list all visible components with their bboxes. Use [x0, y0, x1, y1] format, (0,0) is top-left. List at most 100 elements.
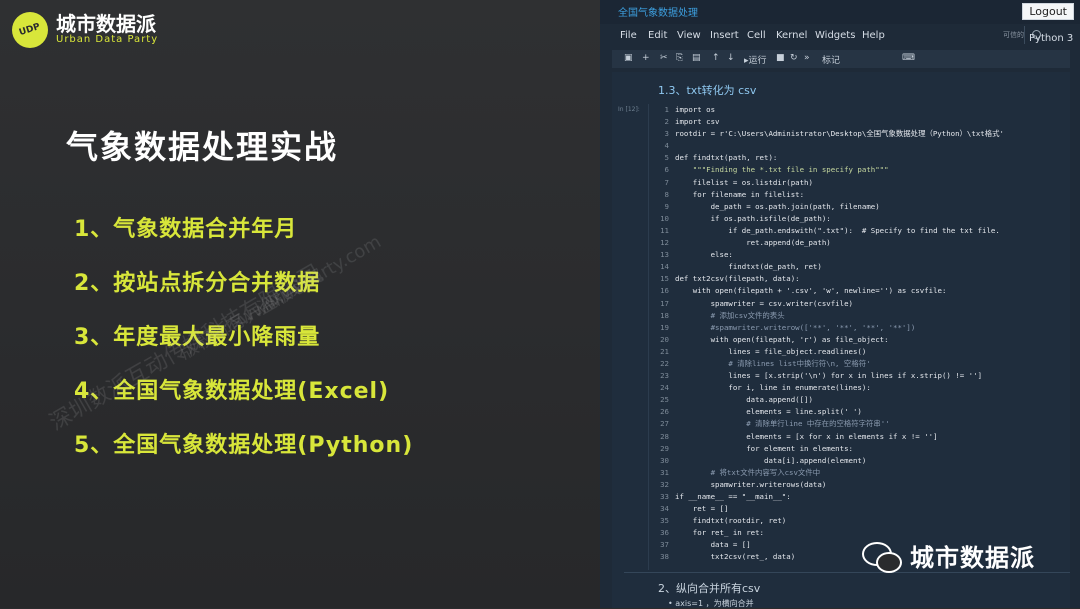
code-line: 18 # 添加csv文件的表头: [649, 310, 1069, 322]
cell-heading[interactable]: 1.3、txt转化为 csv: [658, 82, 756, 98]
move-down-icon[interactable]: ↓: [727, 53, 735, 63]
code-line: 3 rootdir = r'C:\Users\Administrator\Desk…: [649, 128, 1069, 140]
brand-name-cn: 城市数据派: [56, 12, 156, 36]
code-line: 20 with open(filepath, 'r') as file_obje…: [649, 334, 1069, 346]
cut-icon[interactable]: ✂: [660, 53, 668, 63]
restart-icon[interactable]: ↻: [790, 53, 798, 63]
code-text: if de_path.endswith(".txt"): # Specify t…: [675, 225, 1000, 235]
menu-kernel[interactable]: Kernel: [776, 30, 807, 41]
next-cell-heading[interactable]: 2、纵向合并所有csv: [658, 580, 760, 596]
code-line: 30 data[i].append(element): [649, 455, 1069, 467]
line-number: 13: [660, 250, 669, 260]
cell-type-select[interactable]: 标记: [822, 53, 840, 66]
code-line: 4: [649, 140, 1069, 152]
slide-panel: UDP 城市数据派 Urban Data Party 气象数据处理实战 1、气象…: [0, 0, 600, 608]
save-icon[interactable]: ▣: [624, 53, 633, 63]
code-line: 27 # 清除单行line 中存在的空格符字符串'': [649, 418, 1069, 430]
add-cell-icon[interactable]: +: [642, 53, 650, 63]
keyboard-icon[interactable]: ⌨: [902, 53, 915, 63]
line-number: 1: [664, 105, 669, 114]
menu-view[interactable]: View: [677, 30, 701, 41]
code-text: spamwriter.writerows(data): [675, 479, 827, 489]
slide-title: 气象数据处理实战: [66, 128, 339, 166]
code-line: 29 for element in elements:: [649, 443, 1069, 455]
stop-icon[interactable]: ■: [776, 53, 785, 63]
code-text: spamwriter = csv.writer(csvfile): [675, 298, 853, 308]
next-cell-text: • axis=1 ，为横向合并: [668, 599, 754, 608]
code-text: data.append([]): [675, 395, 813, 405]
logout-button[interactable]: Logout: [1022, 3, 1074, 20]
code-text: if __name__ == "__main__":: [675, 492, 791, 501]
line-number: 12: [660, 238, 669, 248]
line-number: 3: [664, 129, 669, 139]
code-line: 22 # 清除lines list中换行符\n, 空格符': [649, 358, 1069, 370]
copy-icon[interactable]: ⎘: [676, 53, 683, 63]
line-number: 35: [660, 516, 669, 526]
wechat-badge: 城市数据派: [862, 538, 1035, 573]
line-number: 18: [660, 310, 669, 320]
code-line: 13 else:: [649, 249, 1069, 261]
code-line: 23 lines = [x.strip('\n') for x in lines…: [649, 370, 1069, 382]
code-text: import os: [675, 105, 716, 114]
notebook-title[interactable]: 全国气象数据处理: [618, 4, 698, 19]
code-text: for element in elements:: [675, 443, 853, 453]
code-text: import csv: [675, 117, 720, 127]
line-number: 19: [660, 322, 669, 332]
wechat-icon: [862, 540, 902, 573]
line-number: 17: [660, 298, 669, 308]
code-line: 17 spamwriter = csv.writer(csvfile): [649, 298, 1069, 310]
paste-icon[interactable]: ▤: [692, 53, 701, 63]
code-line: 25 data.append([]): [649, 394, 1069, 406]
cell-prompt: In [12]:: [618, 106, 640, 113]
menu-edit[interactable]: Edit: [648, 30, 667, 41]
code-line: 24 for i, line in enumerate(lines):: [649, 382, 1069, 394]
menu-help[interactable]: Help: [862, 30, 885, 41]
code-line: 11 if de_path.endswith(".txt"): # Specif…: [649, 225, 1069, 237]
code-line: 31 # 将txt文件内容写入csv文件中: [649, 467, 1069, 479]
code-line: 14 findtxt(de_path, ret): [649, 261, 1069, 273]
code-text: ret = []: [675, 504, 729, 514]
line-number: 20: [660, 334, 669, 344]
line-number: 15: [660, 274, 669, 284]
line-number: 33: [660, 492, 669, 501]
menu-insert[interactable]: Insert: [710, 30, 739, 41]
notebook-panel: 全国气象数据处理 Logout File Edit View Insert Ce…: [600, 0, 1080, 608]
line-number: 24: [660, 383, 669, 393]
code-cell[interactable]: 1 import os 2 import csv 3 rootdir = r'C:\Use…: [648, 104, 1069, 570]
kernel-indicator: Python 3: [1024, 26, 1076, 44]
notebook-header: 全国气象数据处理 Logout: [600, 0, 1080, 24]
code-text: if os.path.isfile(de_path):: [675, 213, 831, 223]
code-text: """Finding the *.txt file in specify pat…: [675, 165, 889, 175]
code-text: data = []: [675, 540, 751, 550]
menu-widgets[interactable]: Widgets: [815, 30, 855, 41]
code-line: 9 de_path = os.path.join(path, filename): [649, 201, 1069, 213]
code-text: else:: [675, 250, 733, 260]
move-up-icon[interactable]: ↑: [712, 53, 720, 63]
code-text: txt2csv(ret_, data): [675, 552, 796, 562]
trusted-indicator[interactable]: 可信的: [1003, 30, 1024, 40]
code-line: 32 spamwriter.writerows(data): [649, 479, 1069, 491]
run-button[interactable]: ▸运行: [744, 53, 767, 66]
code-line: 15 def txt2csv(filepath, data):: [649, 273, 1069, 285]
code-line: 21 lines = file_object.readlines(): [649, 346, 1069, 358]
code-text: def findtxt(path, ret):: [675, 153, 778, 163]
logo-badge-icon: UDP: [12, 12, 48, 48]
line-number: 31: [660, 467, 669, 477]
line-number: 29: [660, 443, 669, 453]
code-text: with open(filepath + '.csv', 'w', newlin…: [675, 286, 947, 296]
code-line: 12 ret.append(de_path): [649, 237, 1069, 249]
code-text: for filename in filelist:: [675, 189, 805, 199]
brand-logo: UDP 城市数据派 Urban Data Party: [12, 12, 158, 48]
fast-forward-icon[interactable]: »: [804, 53, 810, 63]
code-text: filelist = os.listdir(path): [675, 177, 813, 187]
menu-cell[interactable]: Cell: [747, 30, 766, 41]
code-text: for ret_ in ret:: [675, 528, 764, 538]
wechat-label: 城市数据派: [910, 544, 1035, 572]
menu-file[interactable]: File: [620, 30, 637, 41]
brand-name-en: Urban Data Party: [56, 34, 159, 45]
line-number: 27: [660, 419, 669, 429]
code-text: rootdir = r'C:\Users\Administrator\Deskt…: [675, 129, 1004, 139]
notebook-menubar: File Edit View Insert Cell Kernel Widget…: [600, 26, 1080, 46]
code-line: 16 with open(filepath + '.csv', 'w', new…: [649, 285, 1069, 297]
line-number: 11: [660, 225, 669, 235]
